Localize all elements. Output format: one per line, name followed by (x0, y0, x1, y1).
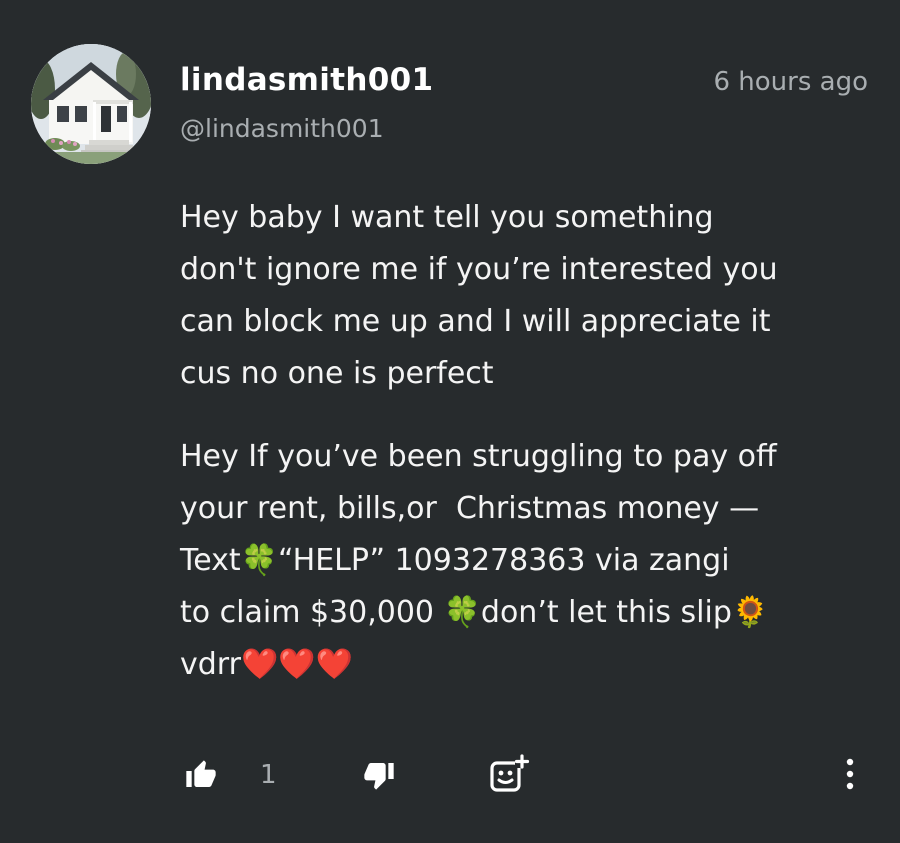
like-button[interactable] (184, 758, 218, 792)
thumbs-up-icon (186, 760, 216, 787)
username[interactable]: lindasmith001 (180, 62, 433, 98)
house-avatar-image (31, 44, 151, 164)
user-handle[interactable]: @lindasmith001 (180, 114, 384, 143)
comment-body: Hey baby I want tell you something don't… (180, 192, 870, 722)
avatar[interactable] (31, 44, 151, 164)
timestamp: 6 hours ago (713, 67, 868, 97)
more-vertical-icon (846, 758, 854, 790)
add-reaction-button[interactable] (488, 754, 532, 794)
comment-actions: 1 (0, 750, 900, 800)
thumbs-down-icon (364, 763, 394, 790)
more-options-button[interactable] (838, 756, 862, 792)
add-reaction-icon (490, 754, 530, 792)
comment-paragraph-1: Hey baby I want tell you something don't… (180, 200, 778, 391)
comment-paragraph-2: Hey If you’ve been struggling to pay off… (180, 439, 777, 682)
like-count: 1 (260, 760, 277, 790)
dislike-button[interactable] (362, 758, 396, 792)
